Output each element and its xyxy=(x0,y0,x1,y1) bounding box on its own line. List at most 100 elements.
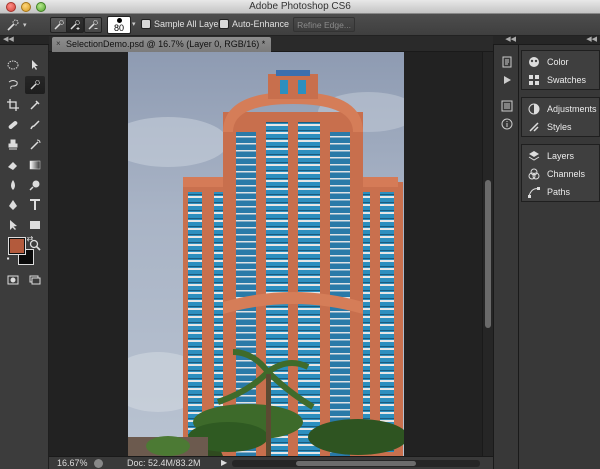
panel-color[interactable]: Color xyxy=(528,54,569,70)
dodge-tool[interactable] xyxy=(25,176,45,194)
subtract-from-selection-button[interactable] xyxy=(84,17,102,33)
tools-panel: ⇄ ▪ xyxy=(0,45,49,469)
collapse-panels-icon: ◀◀ xyxy=(586,36,597,43)
properties-panel-button[interactable] xyxy=(500,99,514,113)
info-panel-button[interactable] xyxy=(500,117,514,131)
panel-styles[interactable]: Styles xyxy=(528,119,572,135)
panel-styles-label: Styles xyxy=(547,122,572,132)
eyedropper-icon xyxy=(30,100,40,110)
gradient-tool[interactable] xyxy=(25,156,45,174)
channels-icon xyxy=(528,168,540,180)
panel-channels[interactable]: Channels xyxy=(528,166,585,182)
arrow-pointer-icon xyxy=(10,220,17,230)
collapse-left-icon: ◀◀ xyxy=(3,36,14,43)
panel-channels-label: Channels xyxy=(547,169,586,179)
move-icon xyxy=(32,60,38,70)
status-menu-arrow-icon[interactable]: ▶ xyxy=(221,458,227,467)
swap-colors-icon[interactable]: ⇄ xyxy=(24,233,36,243)
document-tab[interactable]: × SelectionDemo.psd @ 16.7% (Layer 0, RG… xyxy=(52,37,272,52)
actions-panel-button[interactable] xyxy=(500,73,514,87)
layers-icon xyxy=(528,150,540,162)
clone-stamp-tool[interactable] xyxy=(3,136,23,154)
quick-mask-icon xyxy=(7,275,19,285)
document-size: Doc: 52.4M/83.2M xyxy=(127,458,201,468)
type-tool[interactable] xyxy=(25,196,45,214)
options-bar: ▾ 80 ▾ Sample All Layers Auto-Enhance Re… xyxy=(0,14,600,36)
panel-group-layers: Layers Channels Paths xyxy=(521,144,600,202)
auto-enhance-checkbox[interactable] xyxy=(219,19,229,29)
gradient-icon xyxy=(29,160,41,170)
healing-brush-tool[interactable] xyxy=(3,116,23,134)
type-icon xyxy=(30,199,40,210)
marquee-icon xyxy=(7,60,19,70)
foreground-color-swatch[interactable] xyxy=(8,237,26,255)
panel-group-color: Color Swatches xyxy=(521,50,600,90)
brush-tool[interactable] xyxy=(25,116,45,134)
path-selection-tool[interactable] xyxy=(3,216,23,234)
panel-swatches[interactable]: Swatches xyxy=(528,72,586,88)
zoom-level[interactable]: 16.67% xyxy=(57,458,88,468)
add-to-selection-button[interactable] xyxy=(66,17,84,33)
pen-icon xyxy=(9,200,17,210)
vertical-scroll-thumb[interactable] xyxy=(485,180,491,328)
play-icon xyxy=(504,76,511,84)
marquee-tool[interactable] xyxy=(3,56,23,74)
quick-selection-tool-icon xyxy=(30,80,40,90)
panel-adjustments[interactable]: Adjustments xyxy=(528,101,597,117)
brush-icon xyxy=(30,120,40,130)
info-icon xyxy=(501,118,513,130)
brush-size-picker[interactable]: 80 xyxy=(107,16,131,34)
history-icon xyxy=(502,56,512,68)
eraser-icon xyxy=(8,162,17,170)
styles-icon xyxy=(528,121,540,133)
status-bar: 16.67% Doc: 52.4M/83.2M ▶ xyxy=(49,456,493,469)
sample-all-layers-checkbox[interactable] xyxy=(141,19,151,29)
history-panel-button[interactable] xyxy=(500,55,514,69)
shape-tool[interactable] xyxy=(25,216,45,234)
title-bar: Adobe Photoshop CS6 xyxy=(0,0,600,14)
vertical-scrollbar[interactable] xyxy=(482,52,493,456)
quick-mask-button[interactable] xyxy=(3,271,23,289)
panel-layers[interactable]: Layers xyxy=(528,148,574,164)
quick-selection-icon xyxy=(7,19,19,31)
horizontal-scroll-thumb[interactable] xyxy=(296,461,416,466)
close-tab-icon[interactable]: × xyxy=(56,37,61,51)
default-colors-icon[interactable]: ▪ xyxy=(3,253,13,263)
blur-tool[interactable] xyxy=(3,176,23,194)
crop-icon xyxy=(7,99,19,111)
auto-enhance-label: Auto-Enhance xyxy=(232,19,290,29)
crop-tool[interactable] xyxy=(3,96,23,114)
history-brush-icon xyxy=(30,139,41,150)
tool-preset-picker[interactable]: ▾ xyxy=(6,17,32,33)
status-info-icon[interactable] xyxy=(94,459,103,468)
panel-swatches-label: Swatches xyxy=(547,75,587,85)
brush-subtract-icon xyxy=(88,20,98,30)
panels-collapse-strip[interactable]: ◀◀ xyxy=(519,36,600,45)
refine-edge-button[interactable]: Refine Edge... xyxy=(293,17,355,32)
rectangle-icon xyxy=(30,221,40,229)
document-tab-bar: × SelectionDemo.psd @ 16.7% (Layer 0, RG… xyxy=(49,36,493,52)
canvas-area[interactable] xyxy=(49,52,482,456)
panel-group-adjustments: Adjustments Styles xyxy=(521,97,600,137)
eyedropper-tool[interactable] xyxy=(25,96,45,114)
panel-color-label: Color xyxy=(547,57,569,67)
panel-adjustments-label: Adjustments xyxy=(547,104,597,114)
chevron-down-icon: ▾ xyxy=(23,22,27,29)
pen-tool[interactable] xyxy=(3,196,23,214)
collapse-dock-icon: ◀◀ xyxy=(505,36,516,43)
history-brush-tool[interactable] xyxy=(25,136,45,154)
lasso-tool[interactable] xyxy=(3,76,23,94)
swatches-icon xyxy=(528,74,540,86)
brush-picker-arrow-icon[interactable]: ▾ xyxy=(132,20,136,28)
brush-size-value: 80 xyxy=(113,23,124,33)
horizontal-scrollbar[interactable] xyxy=(232,460,480,467)
dock-collapse-strip[interactable]: ◀◀ xyxy=(493,36,519,45)
tools-collapse-strip[interactable]: ◀◀ xyxy=(0,36,49,45)
screen-mode-button[interactable] xyxy=(25,271,45,289)
document-image[interactable] xyxy=(128,52,404,456)
panel-paths[interactable]: Paths xyxy=(528,184,570,200)
drop-icon xyxy=(11,180,15,190)
quick-selection-tool[interactable] xyxy=(25,76,45,94)
eraser-tool[interactable] xyxy=(3,156,23,174)
move-tool[interactable] xyxy=(25,56,45,74)
